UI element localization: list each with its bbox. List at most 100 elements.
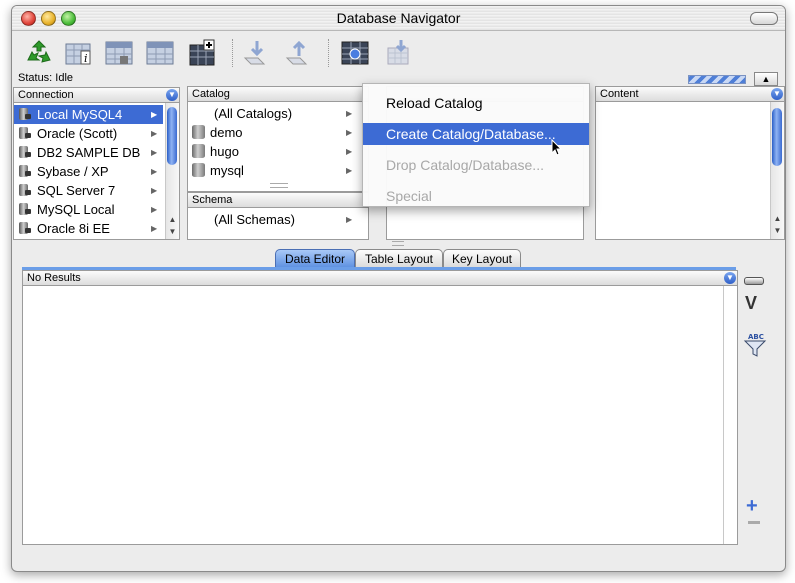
results-scrollbar[interactable]	[723, 286, 737, 544]
content-menu-icon[interactable]: ▼	[771, 88, 783, 100]
chevron-right-icon: ▶	[151, 129, 158, 138]
schema-header-label: Schema	[192, 194, 233, 206]
content-scrollbar[interactable]: ▲ ▼	[770, 102, 784, 239]
connection-item[interactable]: Local MySQL4 ▶	[14, 105, 163, 124]
schema-item-label: (All Schemas)	[214, 212, 295, 227]
minus-bar-icon[interactable]	[744, 277, 764, 285]
results-header-label: No Results	[27, 272, 81, 284]
tab-table-layout[interactable]: Table Layout	[355, 249, 443, 268]
connection-scrollbar[interactable]: ▲ ▼	[165, 103, 179, 239]
table-edit-icon[interactable]	[340, 38, 370, 68]
scroll-thumb[interactable]	[167, 107, 177, 165]
schema-panel: Schema (All Schemas) ▶	[187, 192, 369, 240]
chevron-right-icon: ▶	[346, 128, 353, 137]
status-text: Status: Idle	[18, 72, 74, 84]
chevron-right-icon: ▶	[151, 186, 158, 195]
content-header-label: Content	[600, 88, 639, 100]
svg-text:i: i	[84, 52, 88, 65]
connection-panel: Connection ▼ Local MySQL4 ▶ Oracle (Scott)…	[13, 87, 180, 240]
results-menu-icon[interactable]: ▼	[724, 272, 736, 284]
horizontal-splitter[interactable]	[392, 241, 404, 246]
content-panel: Content ▼ ▲ ▼	[595, 86, 785, 240]
scroll-down-icon[interactable]: ▼	[771, 225, 784, 237]
scroll-thumb[interactable]	[772, 108, 782, 166]
select-alt-icon[interactable]	[145, 38, 175, 68]
database-icon	[192, 144, 205, 158]
chevron-right-icon: ▶	[151, 205, 158, 214]
toolbar-toggle-button[interactable]	[750, 12, 778, 25]
remove-row-icon[interactable]	[748, 521, 760, 524]
add-row-icon[interactable]: +	[746, 496, 758, 516]
table-delete-icon[interactable]	[384, 38, 414, 68]
chevron-right-icon: ▶	[151, 167, 158, 176]
toolbar: i	[12, 31, 785, 73]
catalog-header-label: Catalog	[192, 88, 230, 100]
connection-item[interactable]: Oracle 8i EE ▶	[14, 219, 163, 238]
menu-item-drop-catalog[interactable]: Drop Catalog/Database...	[363, 154, 589, 176]
catalog-item-label: hugo	[210, 144, 239, 159]
scroll-up-icon[interactable]: ▲	[166, 214, 179, 226]
connection-item-label: DB2 SAMPLE DB	[37, 145, 141, 160]
content-header: Content ▼	[596, 87, 784, 102]
connection-item-label: Oracle (Scott)	[37, 126, 118, 141]
connection-item-label: SQL Server 7	[37, 183, 116, 198]
zoom-button[interactable]	[61, 11, 76, 26]
catalog-item[interactable]: hugo ▶	[188, 142, 356, 161]
chevron-right-icon: ▶	[151, 110, 158, 119]
results-panel: No Results ▼	[22, 270, 738, 545]
connection-icon	[18, 183, 32, 197]
window-title: Database Navigator	[336, 10, 461, 26]
chevron-right-icon: ▶	[151, 148, 158, 157]
collapse-toggle-button[interactable]: ▲	[754, 72, 778, 86]
connection-icon	[18, 126, 32, 140]
connection-icon	[18, 107, 32, 121]
filter-icon[interactable]: ABC	[743, 331, 767, 360]
catalog-item[interactable]: (All Catalogs) ▶	[188, 104, 356, 123]
catalog-item-label: mysql	[210, 163, 244, 178]
title-bar: Database Navigator	[12, 6, 785, 31]
connection-item[interactable]: DB2 SAMPLE DB ▶	[14, 143, 163, 162]
close-button[interactable]	[21, 11, 36, 26]
scroll-up-icon[interactable]: ▲	[771, 213, 784, 225]
connection-item[interactable]: MySQL Local ▶	[14, 200, 163, 219]
expand-down-icon[interactable]: V	[745, 293, 757, 314]
catalog-item-label: demo	[210, 125, 243, 140]
connection-header-label: Connection	[18, 89, 74, 101]
catalog-splitter[interactable]	[270, 183, 288, 188]
database-icon	[192, 125, 205, 139]
table-info-icon[interactable]: i	[64, 38, 94, 68]
activity-indicator	[688, 75, 746, 84]
menu-item-special[interactable]: Special	[363, 185, 589, 207]
connection-item[interactable]: SQL Server 7 ▶	[14, 181, 163, 200]
connection-item-label: Sybase / XP	[37, 164, 109, 179]
tab-data-editor[interactable]: Data Editor	[275, 249, 355, 268]
connection-menu-icon[interactable]: ▼	[166, 89, 178, 101]
catalog-item[interactable]: mysql ▶	[188, 161, 356, 180]
scroll-down-icon[interactable]: ▼	[166, 226, 179, 238]
connection-header: Connection ▼	[14, 88, 179, 103]
import-icon[interactable]	[284, 38, 314, 68]
schema-item[interactable]: (All Schemas) ▶	[188, 210, 356, 229]
chevron-right-icon: ▶	[346, 215, 353, 224]
connection-item[interactable]: Oracle (Scott) ▶	[14, 124, 163, 143]
schema-header: Schema	[188, 193, 368, 208]
tab-key-layout[interactable]: Key Layout	[443, 249, 521, 268]
connection-item[interactable]: Sybase / XP ▶	[14, 162, 163, 181]
select-icon[interactable]	[104, 38, 134, 68]
menu-item-reload-catalog[interactable]: Reload Catalog	[363, 92, 589, 114]
minimize-button[interactable]	[41, 11, 56, 26]
export-icon[interactable]	[242, 38, 272, 68]
connection-icon	[18, 202, 32, 216]
results-header: No Results ▼	[23, 271, 737, 286]
connection-item-label: Local MySQL4	[37, 107, 123, 122]
connection-item-label: Oracle 8i EE	[37, 221, 110, 236]
catalog-item[interactable]: demo ▶	[188, 123, 356, 142]
connection-icon	[18, 164, 32, 178]
table-add-icon[interactable]	[188, 38, 218, 68]
chevron-right-icon: ▶	[346, 166, 353, 175]
database-icon	[192, 163, 205, 177]
connection-item-label: MySQL Local	[37, 202, 115, 217]
mouse-cursor-icon	[551, 139, 563, 156]
svg-text:ABC: ABC	[748, 333, 764, 341]
refresh-icon[interactable]	[24, 38, 54, 68]
